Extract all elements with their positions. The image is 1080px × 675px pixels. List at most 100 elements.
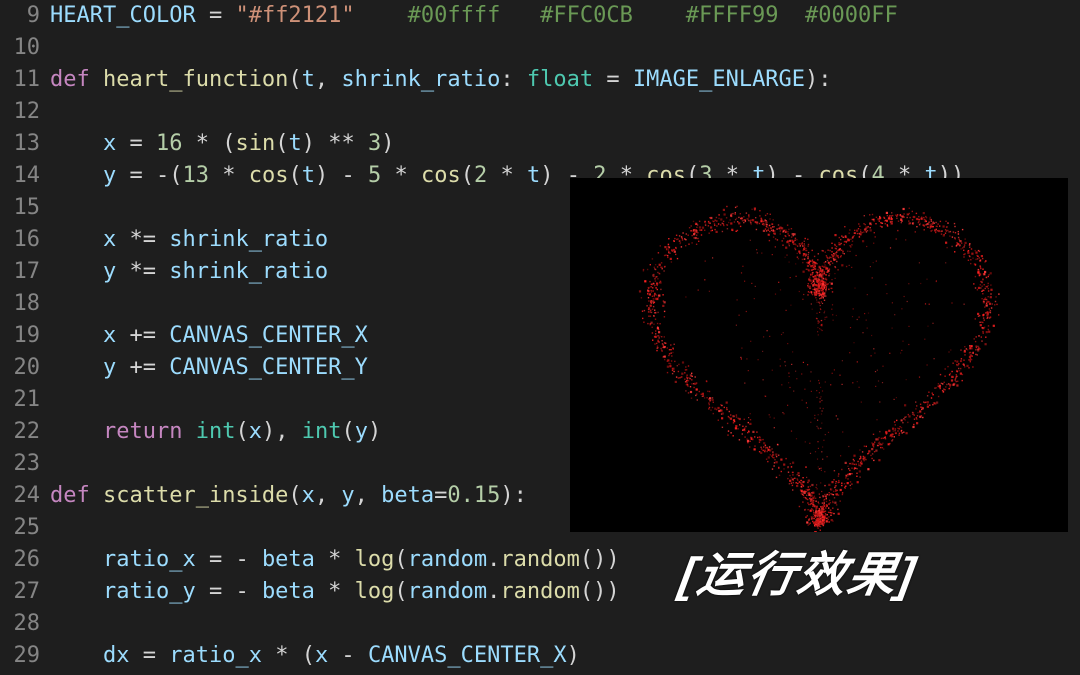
- token-op: [50, 227, 103, 252]
- code-line[interactable]: HEART_COLOR = "#ff2121" #00ffff #FFC0CB …: [50, 0, 1080, 32]
- token-var: CANVAS_CENTER_X: [169, 323, 368, 348]
- line-number: 21: [0, 384, 50, 416]
- token-var: random: [408, 579, 487, 604]
- token-var: ratio_y: [103, 579, 196, 604]
- token-op: *=: [116, 259, 169, 284]
- token-pun: (: [275, 131, 288, 156]
- token-var: x: [302, 483, 315, 508]
- token-op: =: [593, 67, 633, 92]
- heart-graphic: [570, 178, 1068, 532]
- token-op: =: [434, 483, 447, 508]
- token-pun: ):: [805, 67, 832, 92]
- token-op: **: [315, 131, 368, 156]
- token-var: y: [103, 163, 116, 188]
- line-number: 10: [0, 32, 50, 64]
- token-var: x: [249, 419, 262, 444]
- line-number: 12: [0, 96, 50, 128]
- token-var: y: [355, 419, 368, 444]
- line-number-gutter: 9101112131415161718192021222324252627282…: [0, 0, 50, 672]
- token-pun: ): [302, 131, 315, 156]
- token-var: y: [341, 483, 354, 508]
- line-number: 14: [0, 160, 50, 192]
- code-line[interactable]: dx = ratio_x * (x - CANVAS_CENTER_X): [50, 640, 1080, 672]
- token-op: = -: [196, 579, 262, 604]
- token-var: HEART_COLOR: [50, 3, 196, 28]
- token-op: [50, 547, 103, 572]
- token-op: [50, 163, 103, 188]
- code-line[interactable]: def heart_function(t, shrink_ratio: floa…: [50, 64, 1080, 96]
- token-str: "#ff2121": [235, 3, 354, 28]
- token-var: ratio_x: [169, 643, 262, 668]
- token-pun: (: [461, 163, 474, 188]
- token-pun: (: [288, 483, 301, 508]
- line-number: 23: [0, 448, 50, 480]
- code-line[interactable]: [50, 608, 1080, 640]
- token-op: +=: [116, 323, 169, 348]
- token-pun: ): [381, 131, 394, 156]
- line-number: 9: [0, 0, 50, 32]
- token-var: IMAGE_ENLARGE: [633, 67, 805, 92]
- token-op: = -(: [116, 163, 182, 188]
- caption-run-result: [运行效果]: [677, 560, 919, 592]
- token-var: t: [288, 131, 301, 156]
- token-fn: log: [355, 579, 395, 604]
- token-pun: ,: [355, 483, 382, 508]
- token-pun: ): [567, 643, 580, 668]
- token-pun: ,: [315, 67, 342, 92]
- token-fn: scatter_inside: [103, 483, 288, 508]
- token-pun: (: [288, 67, 301, 92]
- token-num: 3: [368, 131, 381, 156]
- token-op: -: [328, 163, 368, 188]
- code-line[interactable]: x = 16 * (sin(t) ** 3): [50, 128, 1080, 160]
- token-var: beta: [262, 547, 315, 572]
- line-number: 25: [0, 512, 50, 544]
- token-pun: ()): [580, 579, 620, 604]
- token-num: 2: [474, 163, 487, 188]
- token-var: shrink_ratio: [169, 227, 328, 252]
- line-number: 24: [0, 480, 50, 512]
- token-fn: log: [355, 547, 395, 572]
- token-op: [50, 355, 103, 380]
- code-line[interactable]: ratio_y = - beta * log(random.random()): [50, 576, 1080, 608]
- token-var: y: [103, 259, 116, 284]
- token-num: 0.15: [447, 483, 500, 508]
- token-var: dx: [103, 643, 130, 668]
- token-pun: ,: [315, 483, 342, 508]
- token-typ: float: [527, 67, 593, 92]
- token-pun: (: [288, 163, 301, 188]
- token-var: ratio_x: [103, 547, 196, 572]
- token-op: =: [116, 131, 156, 156]
- token-var: t: [302, 67, 315, 92]
- token-var: t: [527, 163, 540, 188]
- code-line[interactable]: ratio_x = - beta * log(random.random()): [50, 544, 1080, 576]
- token-var: y: [103, 355, 116, 380]
- token-op: -: [328, 643, 368, 668]
- token-op: *: [315, 579, 355, 604]
- token-pun: (: [394, 547, 407, 572]
- token-var: t: [302, 163, 315, 188]
- token-pun: .: [487, 547, 500, 572]
- token-cmt: #00ffff #FFC0CB #FFFF99 #0000FF: [408, 3, 898, 28]
- token-op: * (: [182, 131, 235, 156]
- token-num: 13: [182, 163, 209, 188]
- token-pun: ): [315, 163, 328, 188]
- token-var: shrink_ratio: [169, 259, 328, 284]
- code-line[interactable]: [50, 32, 1080, 64]
- token-typ: int: [196, 419, 236, 444]
- token-pun: ),: [262, 419, 302, 444]
- token-fn: sin: [235, 131, 275, 156]
- token-fn: cos: [421, 163, 461, 188]
- line-number: 18: [0, 288, 50, 320]
- line-number: 26: [0, 544, 50, 576]
- token-pun: (: [235, 419, 248, 444]
- token-op: [355, 3, 408, 28]
- line-number: 17: [0, 256, 50, 288]
- code-line[interactable]: [50, 96, 1080, 128]
- token-op: [50, 579, 103, 604]
- token-kw: return: [103, 419, 196, 444]
- line-number: 28: [0, 608, 50, 640]
- token-op: *: [381, 163, 421, 188]
- token-pun: (: [341, 419, 354, 444]
- token-pun: ()): [580, 547, 620, 572]
- token-kw: def: [50, 67, 103, 92]
